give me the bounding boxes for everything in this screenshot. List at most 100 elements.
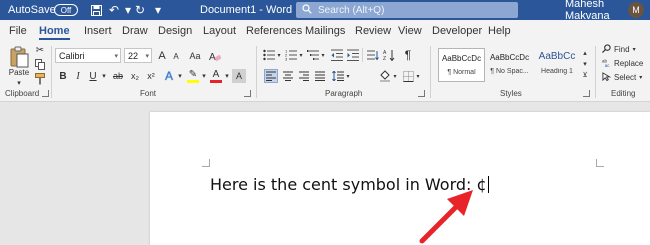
paragraph-launcher-icon[interactable] <box>418 90 425 97</box>
find-label: Find <box>614 45 630 54</box>
styles-scroll-up-icon[interactable]: ▴ <box>581 48 589 58</box>
text-effects-dropdown-icon[interactable]: ▾ <box>176 69 184 83</box>
font-size-box[interactable]: 22 ▾ <box>124 48 152 63</box>
text-effects-button[interactable]: A <box>162 68 176 83</box>
redo-icon[interactable]: ↻ <box>132 0 148 20</box>
character-shading-button[interactable]: A <box>232 69 246 83</box>
font-name-value: Calibri <box>59 50 85 61</box>
italic-button[interactable]: I <box>72 69 84 83</box>
style-name: Heading 1 <box>541 68 573 75</box>
show-formatting-button[interactable]: ¶ <box>401 47 415 62</box>
customize-toolbar-icon[interactable]: ▾ <box>150 0 166 20</box>
subscript-button[interactable]: x₂ <box>128 69 142 83</box>
save-icon[interactable] <box>88 0 104 20</box>
page-corner-mark <box>202 159 210 167</box>
sort-icon[interactable]: AZ <box>382 48 396 62</box>
highlight-color-bar <box>187 80 199 83</box>
style-no-spacing[interactable]: AaBbCcDc ¶ No Spac... <box>486 48 533 82</box>
font-color-dropdown-icon[interactable]: ▾ <box>223 69 231 83</box>
highlight-button[interactable]: ✎ <box>186 68 200 84</box>
underline-dropdown-icon[interactable]: ▾ <box>100 69 108 83</box>
styles-group-label: Styles <box>500 89 522 98</box>
bullets-icon[interactable] <box>262 48 276 62</box>
tab-draw[interactable]: Draw <box>122 20 148 42</box>
tab-home[interactable]: Home <box>39 20 70 42</box>
superscript-button[interactable]: x² <box>144 69 158 83</box>
style-sample: AaBbCcDc <box>489 53 530 62</box>
style-normal[interactable]: AaBbCcDc ¶ Normal <box>438 48 485 82</box>
grow-font-button[interactable]: A <box>156 48 168 63</box>
style-heading-1[interactable]: AaBbCc Heading 1 <box>534 48 580 82</box>
chinese-layout-icon[interactable] <box>366 48 380 62</box>
font-color-bar <box>210 80 222 83</box>
avatar[interactable]: M <box>628 2 644 18</box>
tab-mailings[interactable]: Mailings <box>305 20 345 42</box>
tab-file[interactable]: File <box>9 20 27 42</box>
select-dropdown-icon: ▾ <box>639 75 643 81</box>
font-launcher-icon[interactable] <box>244 90 251 97</box>
strikethrough-button[interactable]: ab <box>111 69 125 83</box>
font-color-letter: A <box>212 69 220 80</box>
bullets-dropdown-icon[interactable]: ▾ <box>276 48 282 62</box>
borders-dropdown-icon[interactable]: ▾ <box>415 69 421 83</box>
bold-button[interactable]: B <box>57 69 69 83</box>
numbering-icon[interactable]: 123 <box>284 48 298 62</box>
clipboard-launcher-icon[interactable] <box>42 90 49 97</box>
tab-design[interactable]: Design <box>158 20 192 42</box>
group-divider <box>256 46 257 98</box>
increase-indent-icon[interactable] <box>346 48 360 62</box>
styles-launcher-icon[interactable] <box>583 90 590 97</box>
group-divider <box>51 46 52 98</box>
title-bar: AutoSave Off ↶ ▾ ↻ ▾ Document1 - Word Se… <box>0 0 650 22</box>
line-spacing-dropdown-icon[interactable]: ▾ <box>345 69 351 83</box>
autosave-toggle[interactable]: Off <box>54 4 78 16</box>
search-input[interactable]: Search (Alt+Q) <box>296 2 518 18</box>
line-spacing-icon[interactable] <box>331 69 345 83</box>
align-right-icon[interactable] <box>297 69 311 83</box>
paste-dropdown-icon[interactable]: ▾ <box>14 79 24 87</box>
shrink-font-button[interactable]: A <box>170 50 182 63</box>
font-name-box[interactable]: Calibri ▾ <box>55 48 121 63</box>
group-divider <box>595 46 596 98</box>
tab-view[interactable]: View <box>398 20 422 42</box>
paste-button[interactable]: Paste <box>8 67 30 77</box>
multilevel-list-icon[interactable] <box>306 48 320 62</box>
tab-review[interactable]: Review <box>355 20 391 42</box>
justify-icon[interactable] <box>313 69 327 83</box>
cut-icon[interactable]: ✂ <box>34 44 46 57</box>
highlight-dropdown-icon[interactable]: ▾ <box>200 69 208 83</box>
font-size-value: 22 <box>128 50 139 61</box>
copy-icon[interactable] <box>34 58 46 71</box>
select-label: Select <box>614 73 637 82</box>
decrease-indent-icon[interactable] <box>330 48 344 62</box>
select-button[interactable]: Select ▾ <box>602 72 642 83</box>
shading-dropdown-icon[interactable]: ▾ <box>392 69 398 83</box>
numbering-dropdown-icon[interactable]: ▾ <box>298 48 304 62</box>
multilevel-dropdown-icon[interactable]: ▾ <box>320 48 326 62</box>
shading-icon[interactable] <box>378 69 392 83</box>
underline-button[interactable]: U <box>87 69 99 83</box>
editing-group-label: Editing <box>611 89 636 98</box>
ribbon-tabs: File Home Insert Draw Design Layout Refe… <box>0 20 650 42</box>
replace-icon: ab ac <box>602 58 611 69</box>
font-color-button[interactable]: A <box>209 68 223 84</box>
tab-references[interactable]: References <box>246 20 302 42</box>
styles-more-icon[interactable]: ⊻ <box>581 70 589 80</box>
tab-developer[interactable]: Developer <box>432 20 482 42</box>
styles-scroll-down-icon[interactable]: ▾ <box>581 59 589 69</box>
style-name: ¶ Normal <box>447 69 476 76</box>
tab-layout[interactable]: Layout <box>203 20 236 42</box>
find-button[interactable]: Find ▾ <box>602 44 636 55</box>
replace-button[interactable]: ab ac Replace <box>602 58 643 69</box>
clear-formatting-icon[interactable]: A <box>208 48 222 63</box>
format-painter-icon[interactable] <box>34 72 46 85</box>
change-case-button[interactable]: Aa <box>187 48 203 63</box>
align-left-icon[interactable] <box>264 69 278 83</box>
paragraph-group-label: Paragraph <box>325 89 363 98</box>
tab-help[interactable]: Help <box>488 20 511 42</box>
borders-icon[interactable] <box>401 69 415 83</box>
paste-icon[interactable] <box>8 46 30 68</box>
align-center-icon[interactable] <box>281 69 295 83</box>
tab-insert[interactable]: Insert <box>84 20 112 42</box>
group-divider <box>430 46 431 98</box>
